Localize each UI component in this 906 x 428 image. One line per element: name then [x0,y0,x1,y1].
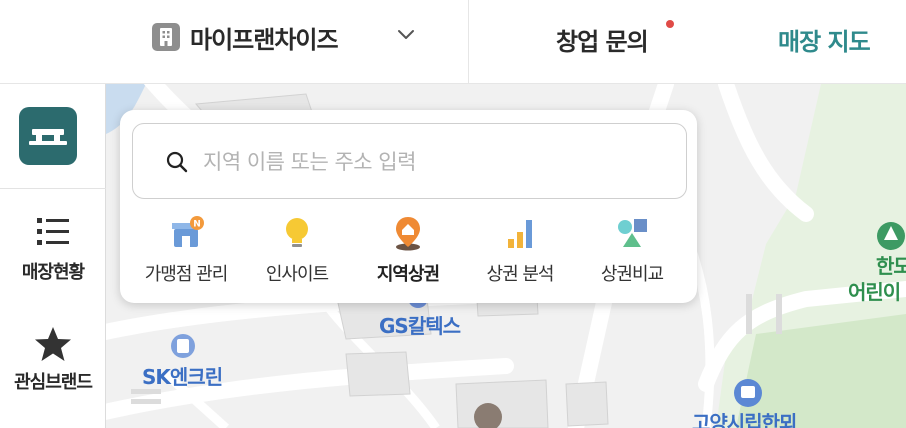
star-icon [35,327,71,361]
menu-item-label: 인사이트 [265,264,329,285]
library-label[interactable]: 고양시립한뫼 [692,407,797,428]
sidebar-item-store-status[interactable]: 매장현황 [0,214,106,284]
new-badge: N [193,220,201,230]
nav-store-map[interactable]: 매장 지도 [778,22,871,57]
top-header: 마이프랜차이즈 창업 문의 매장 지도 [0,0,906,84]
header-divider [468,0,469,84]
menu-item-label: 가맹점 관리 [144,264,229,285]
app-logo[interactable] [19,107,77,165]
menu-item-franchise-management[interactable]: N 가맹점 관리 [130,210,242,290]
building-icon [152,23,180,51]
nav-startup-inquiry[interactable]: 창업 문의 [556,22,649,57]
list-icon [37,218,69,245]
sidebar-item-label: 관심브랜드 [14,372,93,393]
feature-menu: N 가맹점 관리 인사이트 지역상권 상권 분석 상권비교 [120,210,697,290]
menu-item-label: 지역상권 [376,264,440,285]
sidebar-divider [0,188,106,189]
kindergarten-label-2[interactable]: 어린이 [848,276,901,305]
menu-item-label: 상권 분석 [486,264,555,285]
brand-name: 마이프랜차이즈 [190,25,339,54]
menu-item-regional-commerce[interactable]: 지역상권 [352,210,464,290]
store-icon: N [172,216,204,247]
search-box[interactable] [132,123,687,199]
menu-item-insight[interactable]: 인사이트 [241,210,353,290]
shapes-icon [618,219,647,247]
lightbulb-icon [286,218,308,247]
search-panel: N 가맹점 관리 인사이트 지역상권 [120,110,697,303]
search-input[interactable] [203,142,663,182]
bar-chart-icon [508,220,532,248]
left-sidebar: 매장현황 관심브랜드 [0,84,106,428]
kindergarten-label-1[interactable]: 한모 [876,250,906,279]
sidebar-item-label: 매장현황 [21,262,85,283]
brand-selector[interactable]: 마이프랜차이즈 [152,22,339,54]
search-icon [166,151,188,173]
gs-station-label[interactable]: GS칼텍스 [379,310,461,339]
sidebar-item-favorite-brands[interactable]: 관심브랜드 [0,326,106,394]
chevron-down-icon[interactable] [396,24,416,44]
logo-mark-icon [29,129,67,145]
menu-item-label: 상권비교 [600,264,664,285]
notification-dot [666,20,674,28]
menu-item-commerce-analysis[interactable]: 상권 분석 [464,210,576,290]
sk-station-label[interactable]: SK엔크린 [142,361,223,390]
location-pin-icon [396,217,420,251]
menu-item-commerce-compare[interactable]: 상권비교 [576,210,688,290]
